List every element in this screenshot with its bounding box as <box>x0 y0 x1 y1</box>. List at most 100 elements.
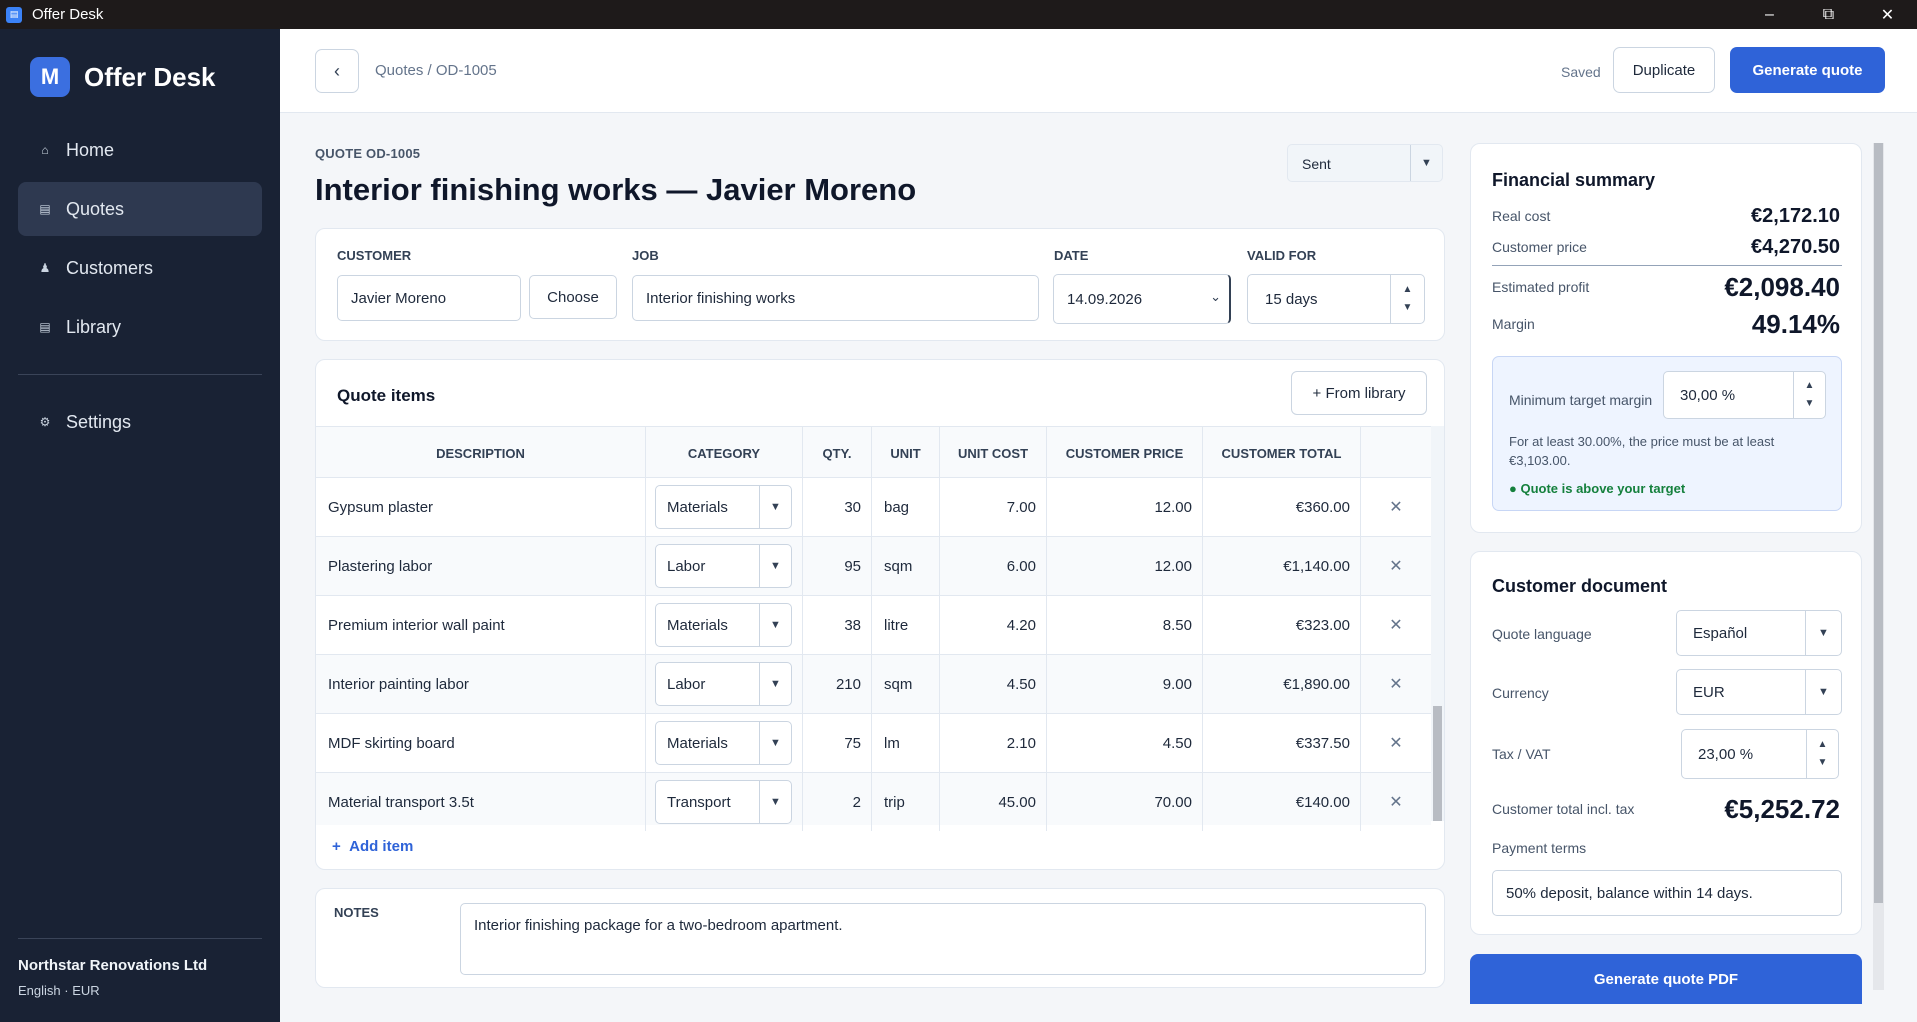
sidebar-item-library[interactable]: ▤ Library <box>18 300 262 354</box>
item-description[interactable]: Plastering labor <box>316 537 646 595</box>
item-unit-cost[interactable]: 6.00 <box>940 537 1047 595</box>
sidebar-nav: ⌂ Home ▤ Quotes ♟ Customers ▤ Library ⚙ … <box>18 123 262 454</box>
sidebar-item-home[interactable]: ⌂ Home <box>18 123 262 177</box>
item-description[interactable]: Material transport 3.5t <box>316 773 646 831</box>
tax-stepper[interactable]: 23,00 % ▲ ▼ <box>1681 729 1839 779</box>
item-qty[interactable]: 95 <box>803 537 872 595</box>
delete-row-icon[interactable]: ✕ <box>1361 714 1431 772</box>
item-description[interactable]: Gypsum plaster <box>316 478 646 536</box>
category-select[interactable]: Materials ▼ <box>655 721 792 765</box>
category-select[interactable]: Materials ▼ <box>655 603 792 647</box>
sidebar: M Offer Desk ⌂ Home ▤ Quotes ♟ Customers… <box>0 29 280 1022</box>
choose-customer-button[interactable]: Choose <box>529 275 617 319</box>
item-unit-cost[interactable]: 4.50 <box>940 655 1047 713</box>
stepper-arrows-icon[interactable]: ▲ ▼ <box>1793 372 1825 418</box>
customer-document-card: Customer document Quote language Español… <box>1470 551 1862 935</box>
quote-number: QUOTE OD-1005 <box>315 146 421 161</box>
financial-summary-card: Financial summary Real cost €2,172.10 Cu… <box>1470 143 1862 533</box>
delete-row-icon[interactable]: ✕ <box>1361 655 1431 713</box>
stepper-arrows-icon[interactable]: ▲ ▼ <box>1390 275 1424 323</box>
item-customer-price[interactable]: 4.50 <box>1047 714 1203 772</box>
column-header-description: DESCRIPTION <box>316 427 646 479</box>
item-unit[interactable]: sqm <box>872 655 940 713</box>
add-item-label: Add item <box>349 838 414 855</box>
category-value: Labor <box>667 676 706 693</box>
sidebar-item-customers[interactable]: ♟ Customers <box>18 241 262 295</box>
add-from-library-button[interactable]: + From library <box>1291 371 1427 415</box>
item-description[interactable]: Interior painting labor <box>316 655 646 713</box>
item-qty[interactable]: 2 <box>803 773 872 831</box>
item-unit-cost[interactable]: 4.20 <box>940 596 1047 654</box>
generate-pdf-button[interactable]: Generate quote PDF <box>1470 954 1862 1004</box>
item-unit-cost[interactable]: 45.00 <box>940 773 1047 831</box>
notes-textarea[interactable]: Interior finishing package for a two-bed… <box>460 903 1426 975</box>
category-select[interactable]: Labor ▼ <box>655 662 792 706</box>
back-button[interactable]: ‹ <box>315 49 359 93</box>
column-header-qty: QTY. <box>803 427 872 479</box>
generate-quote-button[interactable]: Generate quote <box>1730 47 1885 93</box>
duplicate-button[interactable]: Duplicate <box>1613 47 1715 93</box>
currency-value: EUR <box>1693 684 1725 701</box>
delete-row-icon[interactable]: ✕ <box>1361 537 1431 595</box>
sidebar-item-settings[interactable]: ⚙ Settings <box>18 395 262 449</box>
notes-label: NOTES <box>334 905 379 920</box>
payment-terms-field[interactable]: 50% deposit, balance within 14 days. <box>1492 870 1842 916</box>
target-margin-value: 30,00 % <box>1680 386 1736 404</box>
category-select[interactable]: Transport ▼ <box>655 780 792 824</box>
item-qty[interactable]: 210 <box>803 655 872 713</box>
job-label: JOB <box>632 248 659 263</box>
scrollbar-thumb[interactable] <box>1874 143 1883 903</box>
job-field[interactable]: Interior finishing works <box>632 275 1039 321</box>
scrollbar-thumb[interactable] <box>1433 706 1442 821</box>
brand: M Offer Desk <box>30 57 216 97</box>
category-cell: Labor ▼ <box>646 655 803 713</box>
item-unit-cost[interactable]: 7.00 <box>940 478 1047 536</box>
margin-value: 49.14% <box>1751 309 1840 339</box>
category-select[interactable]: Materials ▼ <box>655 485 792 529</box>
delete-row-icon[interactable]: ✕ <box>1361 773 1431 831</box>
table-row: Interior painting labor Labor ▼ 210 sqm 4… <box>316 655 1431 714</box>
column-header-unit: UNIT <box>872 427 940 479</box>
table-scrollbar[interactable] <box>1431 426 1444 821</box>
item-qty[interactable]: 38 <box>803 596 872 654</box>
stepper-arrows-icon[interactable]: ▲ ▼ <box>1806 730 1838 778</box>
item-customer-price[interactable]: 8.50 <box>1047 596 1203 654</box>
currency-select[interactable]: EUR ▼ <box>1676 669 1842 715</box>
restore-icon[interactable]: ⧉ <box>1799 0 1858 29</box>
item-customer-price[interactable]: 9.00 <box>1047 655 1203 713</box>
item-customer-price[interactable]: 12.00 <box>1047 537 1203 595</box>
item-unit[interactable]: trip <box>872 773 940 831</box>
book-icon: ▤ <box>39 320 51 334</box>
table-row: MDF skirting board Materials ▼ 75 lm 2.10… <box>316 714 1431 773</box>
add-item-button[interactable]: + Add item <box>332 838 413 855</box>
item-qty[interactable]: 30 <box>803 478 872 536</box>
item-description[interactable]: Premium interior wall paint <box>316 596 646 654</box>
delete-row-icon[interactable]: ✕ <box>1361 478 1431 536</box>
category-select[interactable]: Labor ▼ <box>655 544 792 588</box>
item-unit-cost[interactable]: 2.10 <box>940 714 1047 772</box>
item-customer-price[interactable]: 70.00 <box>1047 773 1203 831</box>
status-select[interactable]: Sent ▼ <box>1287 144 1443 182</box>
brand-name: Offer Desk <box>84 61 216 92</box>
sidebar-item-quotes[interactable]: ▤ Quotes <box>18 182 262 236</box>
item-description[interactable]: MDF skirting board <box>316 714 646 772</box>
item-unit[interactable]: bag <box>872 478 940 536</box>
item-customer-price[interactable]: 12.00 <box>1047 478 1203 536</box>
column-header-customer-price: CUSTOMER PRICE <box>1047 427 1203 479</box>
summary-divider <box>1492 265 1842 266</box>
customer-field[interactable]: Javier Moreno <box>337 275 521 321</box>
target-margin-stepper[interactable]: 30,00 % ▲ ▼ <box>1663 371 1826 419</box>
close-icon[interactable]: ✕ <box>1858 0 1917 29</box>
item-unit[interactable]: lm <box>872 714 940 772</box>
date-field[interactable]: 14.09.2026 ⌄ <box>1053 274 1231 324</box>
quote-details-card: CUSTOMER Javier Moreno Choose JOB Interi… <box>315 228 1445 341</box>
language-select[interactable]: Español ▼ <box>1676 610 1842 656</box>
panel-scrollbar[interactable] <box>1873 143 1884 991</box>
valid-for-stepper[interactable]: 15 days ▲ ▼ <box>1247 274 1425 324</box>
minimize-icon[interactable]: – <box>1740 0 1799 29</box>
category-value: Materials <box>667 617 728 634</box>
item-unit[interactable]: sqm <box>872 537 940 595</box>
item-unit[interactable]: litre <box>872 596 940 654</box>
item-qty[interactable]: 75 <box>803 714 872 772</box>
delete-row-icon[interactable]: ✕ <box>1361 596 1431 654</box>
